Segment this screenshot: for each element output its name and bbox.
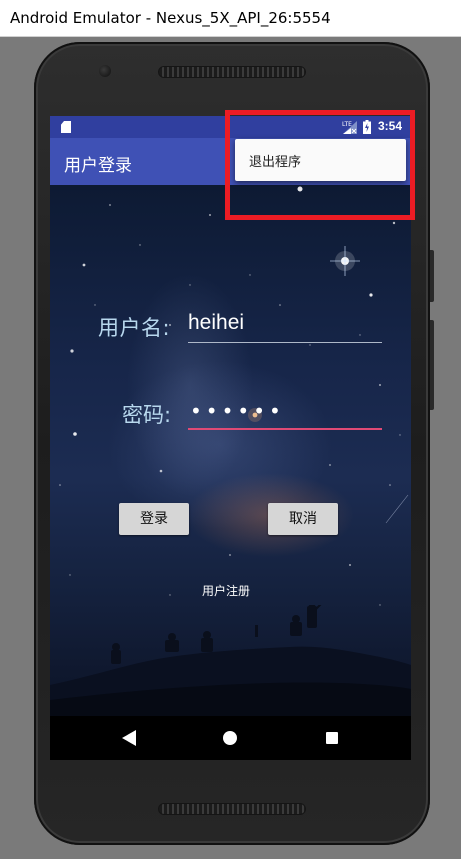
front-camera [99,65,111,77]
bottom-speaker-grille [158,803,306,815]
overflow-menu-popup: 退出程序 [235,139,406,181]
battery-icon [363,120,371,134]
volume-button[interactable] [430,320,434,410]
home-icon[interactable] [223,731,237,745]
password-label: 密码: [122,403,172,427]
register-link[interactable]: 用户注册 [202,582,250,599]
recent-apps-icon[interactable] [326,732,338,744]
window-title: Android Emulator - Nexus_5X_API_26:5554 [10,9,331,27]
login-button[interactable]: 登录 [119,503,189,535]
username-label: 用户名: [98,316,171,340]
window-title-bar: Android Emulator - Nexus_5X_API_26:5554 [0,0,461,37]
status-clock: 3:54 [378,119,403,133]
night-sky-background [50,185,411,716]
app-title: 用户登录 [64,156,132,176]
device-screen: LTE 3:54 用户登录 用户名: heihei 密码: •••••• 登录 … [50,116,411,760]
hill-silhouette-image [50,605,411,716]
lte-signal-icon: LTE [342,121,357,134]
cancel-button[interactable]: 取消 [268,503,338,535]
status-bar: LTE 3:54 [50,116,411,138]
sd-card-icon [61,121,71,133]
lte-label: LTE [342,121,352,128]
password-masked-value: •••••• [190,399,285,423]
navigation-bar [50,716,411,760]
top-speaker-grille [158,66,306,78]
menu-item-exit[interactable]: 退出程序 [249,151,301,170]
back-icon[interactable] [122,730,136,746]
username-input[interactable]: heihei [188,309,382,343]
power-button[interactable] [430,250,434,302]
password-input[interactable]: •••••• [188,396,382,430]
username-value: heihei [188,311,245,334]
